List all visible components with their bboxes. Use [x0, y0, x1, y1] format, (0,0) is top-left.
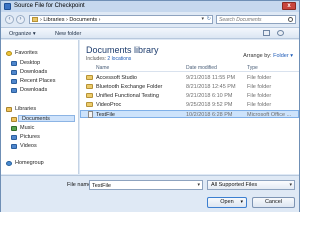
- sidebar-item-music[interactable]: Music: [20, 125, 34, 132]
- sidebar-item-favorites[interactable]: Favorites: [15, 50, 38, 57]
- folder-icon: [86, 75, 93, 80]
- file-date: 9/25/2018 9:52 PM: [186, 102, 233, 108]
- sidebar-item-libraries[interactable]: Libraries: [15, 106, 36, 113]
- file-name: TestFile: [96, 112, 115, 118]
- back-arrow-icon[interactable]: ‹: [5, 15, 14, 24]
- file-row[interactable]: Accessoft Studio 9/21/2018 11:55 PM File…: [80, 74, 299, 82]
- app-icon: [4, 3, 11, 10]
- arrange-dropdown[interactable]: Folder ▾: [273, 53, 293, 59]
- filename-field[interactable]: [92, 182, 192, 189]
- file-row[interactable]: VideoProc 9/25/2018 9:52 PM File folder: [80, 101, 299, 109]
- breadcrumb[interactable]: › Libraries › Documents ›: [40, 17, 101, 23]
- chevron-down-icon[interactable]: ▾: [197, 182, 200, 188]
- arrange-label: Arrange by:: [243, 53, 272, 59]
- column-headers: Name Date modified Type: [80, 64, 299, 72]
- downloads-icon: [11, 70, 17, 75]
- search-box[interactable]: [216, 15, 296, 24]
- music-icon: [11, 126, 17, 131]
- file-date: 10/2/2018 6:28 PM: [186, 112, 233, 118]
- folder-icon: [86, 84, 93, 89]
- column-header-name[interactable]: Name: [96, 65, 109, 71]
- file-row-selected[interactable]: TestFile 10/2/2018 6:28 PM Microsoft Off…: [80, 110, 299, 118]
- cancel-button[interactable]: Cancel: [252, 197, 295, 208]
- dialog-footer: File name: ▾ All Supported Files ▾ Open …: [1, 175, 299, 212]
- file-list-pane: Documents library Includes: 2 locations …: [80, 40, 299, 174]
- organize-menu[interactable]: Organize ▾: [9, 31, 36, 37]
- file-type: File folder: [247, 84, 272, 90]
- file-name: Accessoft Studio: [96, 75, 137, 81]
- view-options-icon[interactable]: [263, 30, 270, 36]
- sidebar-item-downloads[interactable]: Downloads: [20, 69, 47, 76]
- file-type: File folder: [247, 93, 272, 99]
- search-input[interactable]: [219, 16, 287, 23]
- file-dialog-window: Source File for Checkpoint x ‹ › › Libra…: [0, 0, 300, 212]
- open-label: Open: [220, 199, 234, 205]
- documents-icon: [11, 117, 17, 122]
- sidebar-item-homegroup[interactable]: Homegroup: [15, 160, 44, 167]
- file-date: 9/21/2018 6:10 PM: [186, 93, 233, 99]
- star-icon: [6, 51, 12, 56]
- folder-icon: [86, 93, 93, 98]
- arrange-by: Arrange by: Folder ▾: [243, 53, 293, 59]
- includes-label: Includes:: [86, 56, 108, 62]
- search-icon: [288, 17, 293, 22]
- library-title: Documents library: [86, 45, 159, 55]
- close-button[interactable]: x: [282, 2, 296, 10]
- command-toolbar: Organize ▾ New folder: [1, 27, 299, 39]
- file-name: Unified Functional Testing: [96, 93, 159, 99]
- file-date: 8/21/2018 12:45 PM: [186, 84, 236, 90]
- sidebar-item-documents[interactable]: Documents: [18, 115, 75, 122]
- file-type: Microsoft Office ...: [247, 112, 292, 118]
- libraries-icon: [6, 107, 12, 112]
- filter-value: All Supported Files: [211, 182, 258, 188]
- file-row[interactable]: Unified Functional Testing 9/21/2018 6:1…: [80, 92, 299, 100]
- folder-icon: [32, 17, 38, 22]
- chevron-down-icon[interactable]: ▾: [240, 198, 243, 207]
- filename-combobox[interactable]: ▾: [89, 180, 203, 190]
- file-type: File folder: [247, 75, 272, 81]
- recent-places-icon: [11, 79, 17, 84]
- navigation-pane: Favorites Desktop Downloads Recent Place…: [1, 40, 79, 174]
- new-folder-button[interactable]: New folder: [55, 31, 81, 37]
- folder-icon: [86, 102, 93, 107]
- document-icon: [88, 111, 93, 118]
- file-name: VideoProc: [96, 102, 122, 108]
- sidebar-item-recent-places[interactable]: Recent Places: [20, 78, 55, 85]
- column-header-date[interactable]: Date modified: [186, 65, 217, 71]
- pictures-icon: [11, 135, 17, 140]
- file-date: 9/21/2018 11:55 PM: [186, 75, 236, 81]
- sidebar-item-videos[interactable]: Videos: [20, 143, 37, 150]
- sidebar-item-downloads-2[interactable]: Downloads: [20, 87, 47, 94]
- sidebar-item-desktop[interactable]: Desktop: [20, 60, 40, 67]
- sidebar-item-pictures[interactable]: Pictures: [20, 134, 40, 141]
- downloads-icon: [11, 88, 17, 93]
- chevron-down-icon[interactable]: ▾: [201, 16, 204, 22]
- open-button[interactable]: Open ▾: [207, 197, 247, 208]
- desktop-icon: [11, 61, 17, 66]
- forward-arrow-icon[interactable]: ›: [16, 15, 25, 24]
- file-type: File folder: [247, 102, 272, 108]
- window-title: Source File for Checkpoint: [14, 3, 85, 9]
- library-includes: Includes: 2 locations: [86, 56, 131, 62]
- file-row[interactable]: Bluetooth Exchange Folder 8/21/2018 12:4…: [80, 83, 299, 91]
- refresh-icon[interactable]: ↻: [207, 16, 211, 22]
- help-icon[interactable]: [277, 30, 284, 36]
- chevron-down-icon: ▾: [289, 182, 292, 188]
- address-row: ‹ › › Libraries › Documents › ▾ ↻: [1, 13, 299, 26]
- column-header-type[interactable]: Type: [247, 65, 258, 71]
- file-name: Bluetooth Exchange Folder: [96, 84, 163, 90]
- address-bar[interactable]: › Libraries › Documents › ▾ ↻: [29, 15, 213, 24]
- homegroup-icon: [6, 161, 12, 166]
- file-type-filter[interactable]: All Supported Files ▾: [207, 180, 295, 190]
- title-bar: Source File for Checkpoint x: [1, 1, 299, 12]
- locations-link[interactable]: 2 locations: [107, 56, 131, 62]
- videos-icon: [11, 144, 17, 149]
